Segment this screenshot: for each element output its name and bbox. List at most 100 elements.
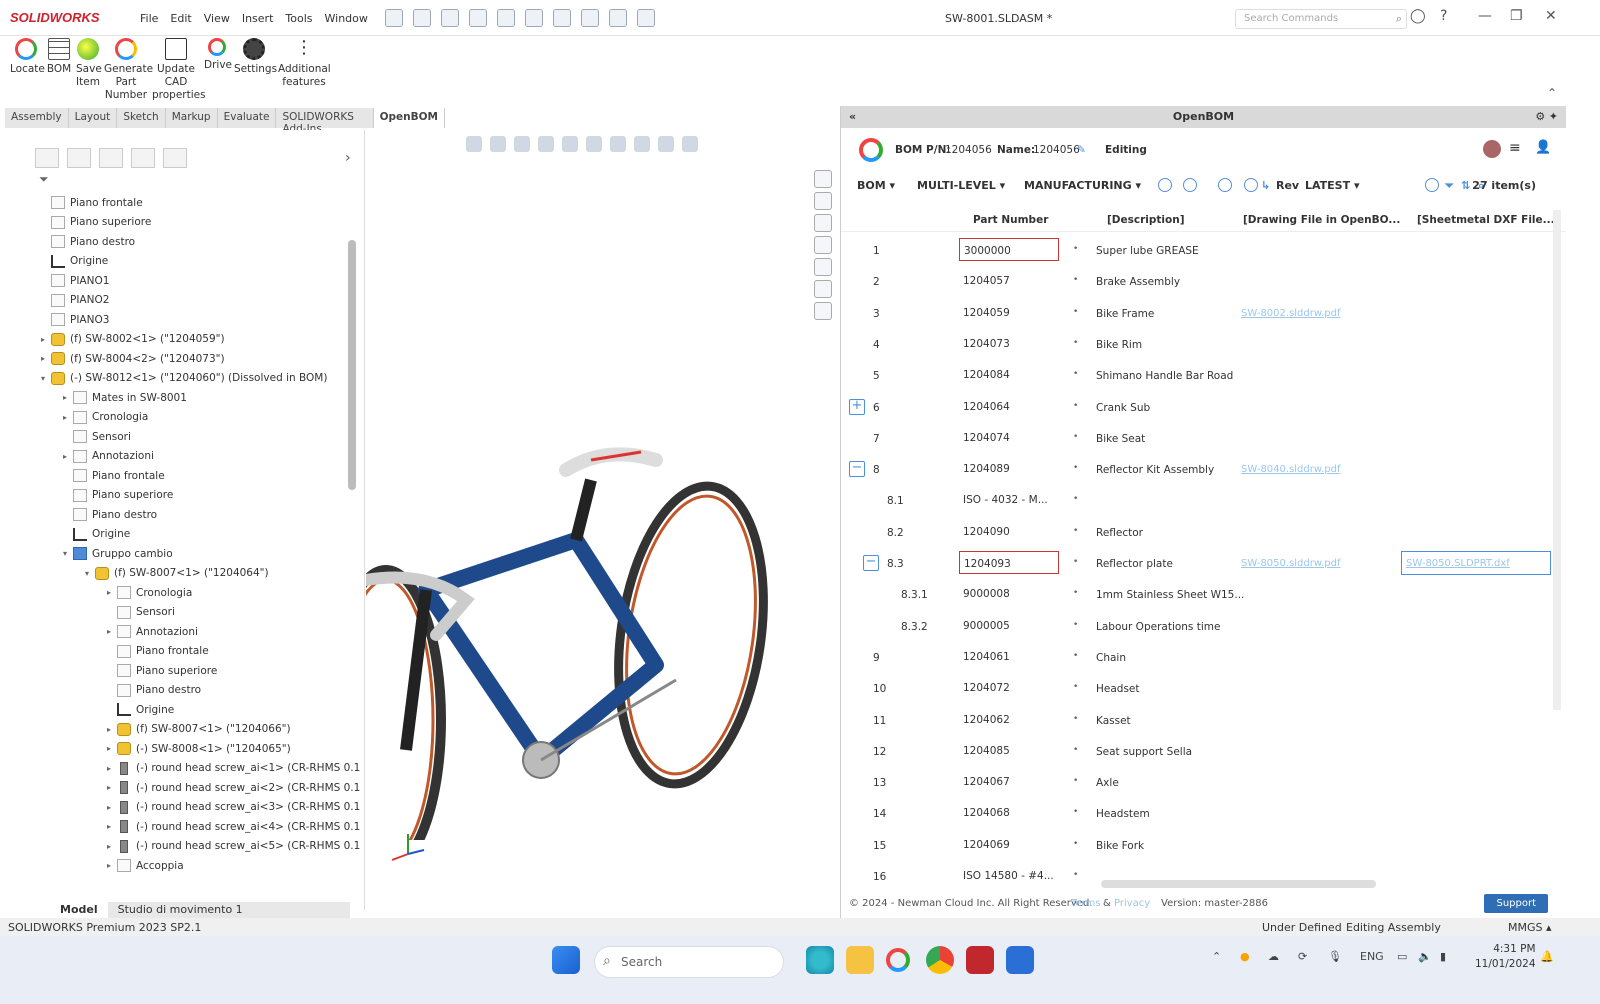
expand-toggle-icon[interactable]: ▸ [107, 725, 117, 734]
privacy-link[interactable]: Privacy [1114, 898, 1150, 909]
search-icon[interactable]: ⌕ [1396, 12, 1402, 26]
language-indicator[interactable]: ENG [1360, 950, 1384, 963]
description-cell[interactable]: Bike Frame [1096, 308, 1154, 320]
part-number-cell[interactable]: 1204061 [959, 645, 1059, 668]
tree-item[interactable]: ▸ (-) round head screw_ai<1> (CR-RHMS 0.1 [107, 759, 360, 778]
description-cell[interactable]: Shimano Handle Bar Road [1096, 370, 1233, 382]
collapse-panel-icon[interactable]: « [849, 106, 856, 128]
part-number-cell[interactable]: 1204090 [959, 520, 1059, 543]
settings-button[interactable]: Settings [234, 38, 277, 76]
cloud-icon[interactable]: ☁ [1268, 950, 1279, 963]
chevron-right-icon[interactable]: › [345, 150, 351, 166]
chrome-icon[interactable] [926, 946, 954, 974]
description-cell[interactable]: Bike Seat [1096, 433, 1145, 445]
table-row[interactable]: −8.3 1204093 • Reflector plate SW-8050.slddr… [841, 547, 1566, 578]
drawing-file-link[interactable]: SW-8002.slddrw.pdf [1241, 308, 1341, 319]
menu-insert[interactable]: Insert [242, 12, 274, 25]
locate-button[interactable]: Locate [10, 38, 45, 76]
expand-toggle-icon[interactable]: ▸ [107, 588, 117, 597]
volume-icon[interactable]: 🔈 [1418, 950, 1432, 963]
table-row[interactable]: 2 1204057 • Brake Assembly [841, 265, 1566, 296]
table-row[interactable]: +6 1204064 • Crank Sub [841, 391, 1566, 422]
part-number-cell[interactable]: 9000005 [959, 614, 1059, 637]
open-icon[interactable] [441, 9, 459, 27]
expand-toggle-icon[interactable]: ▾ [41, 374, 51, 383]
menu-edit[interactable]: Edit [170, 12, 191, 25]
unit-system-selector[interactable]: MMGS ▴ [1508, 921, 1552, 934]
expand-toggle-icon[interactable]: ▸ [41, 354, 51, 363]
description-cell[interactable]: Axle [1096, 777, 1119, 789]
expand-toggle-icon[interactable]: ▸ [107, 764, 117, 773]
tree-item[interactable]: PIANO2 [41, 291, 109, 310]
tree-item[interactable]: ▸ (-) round head screw_ai<4> (CR-RHMS 0.1 [107, 817, 360, 836]
tree-item[interactable]: Origine [41, 252, 108, 271]
tree-item[interactable]: ▸ Cronologia [107, 583, 192, 602]
sheetmetal-dxf-link[interactable]: SW-8050.SLDPRT.dxf [1401, 551, 1551, 575]
tree-item[interactable]: ▾ (-) SW-8012<1> ("1204060") (Dissolved i… [41, 369, 327, 388]
bom-vertical-scrollbar[interactable] [1553, 210, 1561, 710]
add-icon[interactable] [1244, 178, 1258, 192]
expand-toggle-icon[interactable]: ▸ [41, 335, 51, 344]
sync-icon[interactable] [1183, 178, 1197, 192]
network-icon[interactable]: ▭ [1397, 950, 1407, 963]
tree-item[interactable]: Origine [107, 700, 174, 719]
openbom-tab-icon[interactable] [814, 302, 832, 320]
expand-row-icon[interactable]: + [849, 398, 865, 415]
home-icon[interactable] [814, 170, 832, 188]
part-number-cell[interactable]: 1204085 [959, 739, 1059, 762]
expand-toggle-icon[interactable]: ▸ [107, 783, 117, 792]
menu-window[interactable]: Window [325, 12, 368, 25]
generate-part-number-button[interactable]: Generate Part Number [104, 38, 153, 102]
chevron-up-icon[interactable]: ⌃ [1212, 950, 1221, 963]
tree-item[interactable]: Piano frontale [107, 642, 209, 661]
battery-icon[interactable]: ▮ [1440, 950, 1446, 963]
dimxpert-tab-icon[interactable] [131, 148, 155, 168]
tree-scrollbar[interactable] [348, 240, 356, 490]
table-row[interactable]: 8.3.2 9000005 • Labour Operations time [841, 610, 1566, 641]
description-cell[interactable]: Brake Assembly [1096, 276, 1180, 288]
part-number-cell[interactable]: ISO 14580 - #4... [959, 864, 1059, 887]
part-number-cell[interactable]: 3000000 [959, 238, 1059, 261]
scene-icon[interactable] [658, 136, 674, 152]
table-row[interactable]: 8.3.1 9000008 • 1mm Stainless Sheet W15... [841, 578, 1566, 609]
avatar[interactable] [1483, 140, 1501, 158]
tree-item[interactable]: Piano destro [63, 505, 157, 524]
bom-button[interactable]: BOM [46, 38, 72, 76]
tree-item[interactable]: Piano frontale [63, 466, 165, 485]
tree-item[interactable]: Piano superiore [107, 661, 217, 680]
tree-item[interactable]: ▾ (f) SW-8007<1> ("1204064") [85, 564, 269, 583]
view-orientation-icon[interactable] [562, 136, 578, 152]
table-row[interactable]: 14 1204068 • Headstem [841, 797, 1566, 828]
manufacturing-dropdown[interactable]: MANUFACTURING ▾ [1024, 179, 1141, 192]
drawing-file-link[interactable]: SW-8040.slddrw.pdf [1241, 464, 1341, 475]
table-row[interactable]: 9 1204061 • Chain [841, 641, 1566, 672]
previous-view-icon[interactable] [514, 136, 530, 152]
column-drawing-file[interactable]: [Drawing File in OpenBO... [1243, 214, 1400, 226]
tab-motion-study[interactable]: Studio di movimento 1 [108, 902, 253, 918]
new-document-icon[interactable] [413, 9, 431, 27]
upload-icon[interactable] [1158, 178, 1172, 192]
taskbar-search[interactable]: ⌕ Search [594, 946, 784, 978]
part-number-cell[interactable]: 1204072 [959, 676, 1059, 699]
save-item-button[interactable]: Save Item [76, 38, 102, 89]
tree-item[interactable]: Origine [63, 525, 130, 544]
help-icon[interactable]: ? [1440, 8, 1447, 24]
part-number-cell[interactable]: 1204074 [959, 426, 1059, 449]
restore-icon[interactable]: ❐ [1510, 8, 1523, 24]
table-row[interactable]: −8 1204089 • Reflector Kit Assembly SW-8040.… [841, 453, 1566, 484]
multilevel-dropdown[interactable]: MULTI-LEVEL ▾ [917, 179, 1005, 192]
home-icon[interactable] [385, 9, 403, 27]
part-number-cell[interactable]: 1204068 [959, 801, 1059, 824]
info-icon[interactable] [1425, 178, 1439, 192]
search-commands-input[interactable]: Search Commands ⌕ [1235, 9, 1407, 29]
tab-layout[interactable]: Layout [69, 108, 118, 128]
tree-item[interactable]: PIANO1 [41, 271, 109, 290]
user-icon[interactable]: ◯ [1410, 8, 1426, 24]
bom-horizontal-scrollbar[interactable] [1101, 880, 1376, 888]
description-cell[interactable]: Seat support Sella [1096, 746, 1192, 758]
feature-manager-tab-icon[interactable] [35, 148, 59, 168]
table-row[interactable]: 7 1204074 • Bike Seat [841, 422, 1566, 453]
tree-item[interactable]: ▸ Annotazioni [63, 447, 154, 466]
custom-properties-icon[interactable] [814, 280, 832, 298]
part-number-cell[interactable]: 9000008 [959, 582, 1059, 605]
